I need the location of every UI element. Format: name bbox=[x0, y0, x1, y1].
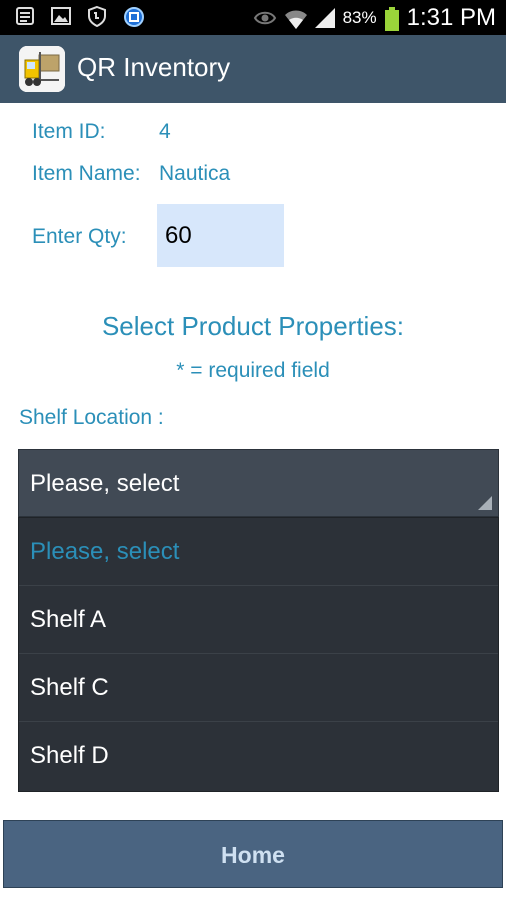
clock: 1:31 PM bbox=[406, 3, 496, 31]
notes-icon bbox=[14, 5, 36, 27]
item-id-label: Item ID: bbox=[32, 120, 106, 143]
battery-percent: 83% bbox=[342, 7, 377, 27]
battery-icon bbox=[384, 6, 399, 31]
settings-chip-icon bbox=[122, 5, 144, 27]
dropdown-option-shelf-d[interactable]: Shelf D bbox=[19, 722, 498, 790]
system-indicators: 83% 1:31 PM bbox=[253, 2, 496, 33]
shelf-location-spinner[interactable]: Please, select bbox=[18, 449, 499, 517]
shelf-location-label: Shelf Location : bbox=[19, 406, 164, 429]
notification-icons bbox=[14, 5, 144, 28]
signal-icon bbox=[313, 7, 335, 29]
spinner-selected-value: Please, select bbox=[30, 470, 180, 497]
required-note: * = required field bbox=[176, 359, 330, 382]
properties-title: Select Product Properties: bbox=[101, 311, 405, 341]
item-name-label: Item Name: bbox=[32, 162, 141, 185]
shield-phone-icon bbox=[86, 5, 108, 28]
dropdown-option-shelf-c[interactable]: Shelf C bbox=[19, 654, 498, 722]
qty-label: Enter Qty: bbox=[32, 225, 127, 248]
wifi-icon bbox=[283, 7, 307, 29]
status-bar: 83% 1:31 PM bbox=[0, 0, 506, 35]
eye-icon bbox=[253, 7, 276, 29]
app-title: QR Inventory bbox=[77, 52, 231, 82]
item-id-value: 4 bbox=[159, 120, 171, 143]
image-icon bbox=[50, 5, 72, 27]
dropdown-option-label: Please, select bbox=[30, 538, 180, 565]
dropdown-option-label: Shelf C bbox=[30, 674, 109, 701]
spinner-arrow-icon bbox=[478, 496, 492, 510]
dropdown-option-label: Shelf A bbox=[30, 606, 107, 633]
dropdown-option-shelf-a[interactable]: Shelf A bbox=[19, 586, 498, 654]
qty-input[interactable] bbox=[157, 204, 284, 267]
dropdown-option-please-select[interactable]: Please, select bbox=[19, 518, 498, 586]
action-bar: QR Inventory bbox=[0, 35, 506, 103]
forklift-app-icon[interactable] bbox=[19, 46, 65, 92]
shelf-dropdown-list: Please, select Shelf A Shelf C Shelf D bbox=[18, 517, 499, 792]
item-name-value: Nautica bbox=[159, 162, 231, 185]
dropdown-option-label: Shelf D bbox=[30, 742, 109, 769]
home-button[interactable]: Home bbox=[3, 820, 503, 888]
